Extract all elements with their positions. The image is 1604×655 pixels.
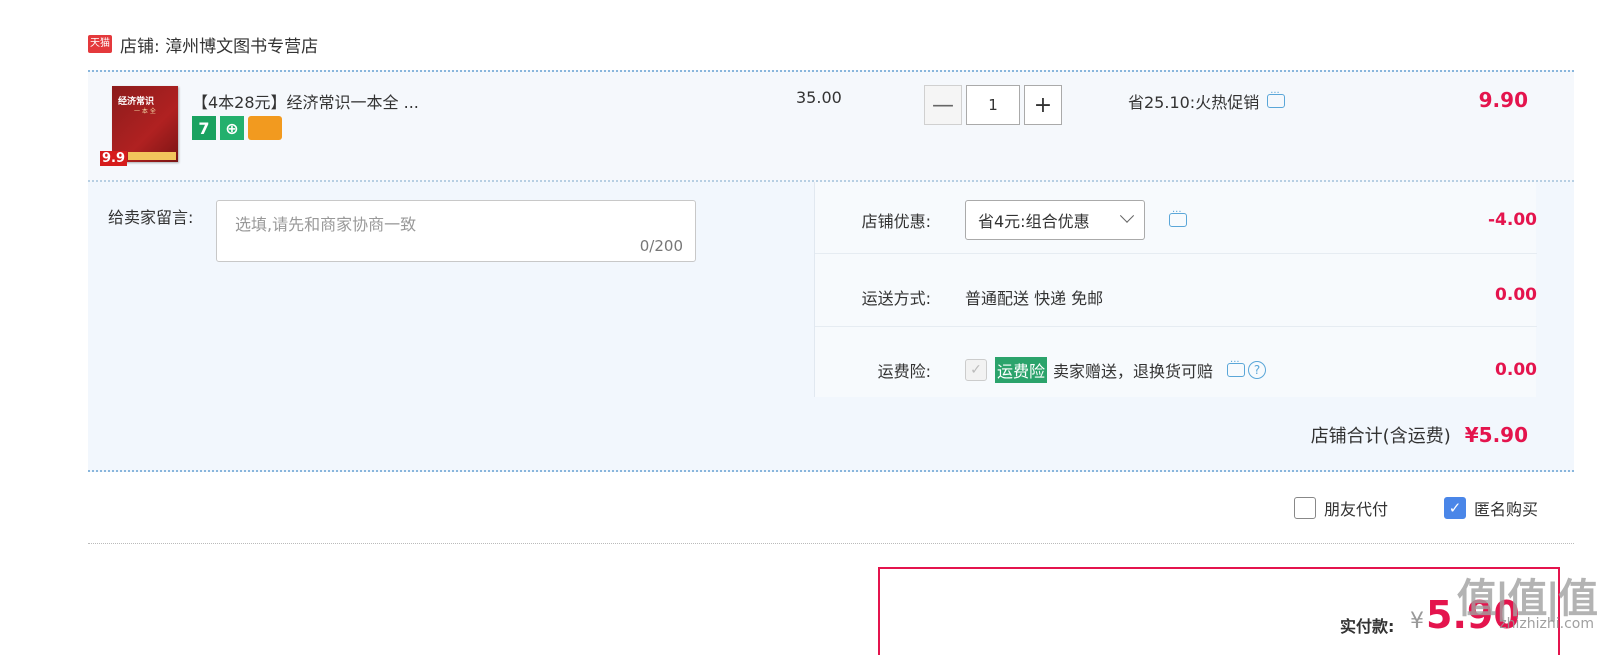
anonymous-option[interactable]: ✓ 匿名购买 xyxy=(1443,496,1538,520)
cover-stripe xyxy=(128,152,176,160)
watermark-url: zhizhizhi.com xyxy=(1499,616,1594,632)
seven-day-return-icon[interactable]: 7 xyxy=(192,116,216,140)
anonymous-checkbox[interactable]: ✓ xyxy=(1443,497,1466,519)
insurance-value: ✓ 运费险 卖家赠送，退换货可赔 ? xyxy=(965,357,1267,383)
qty-minus-button[interactable]: — xyxy=(924,85,962,125)
shop-name-link[interactable]: 店铺: 漳州博文图书专营店 xyxy=(120,32,318,57)
shipping-amount: 0.00 xyxy=(1495,285,1537,305)
friend-pay-label: 朋友代付 xyxy=(1323,500,1388,519)
item-subtotal: 9.90 xyxy=(1478,88,1528,112)
shop-discount-label: 店铺优惠: xyxy=(861,212,931,231)
shop-discount-value: 省4元:组合优惠 xyxy=(965,200,1187,240)
item-promo: 省25.10:火热促销 xyxy=(1128,88,1286,113)
seller-message-input[interactable]: 选填,请先和商家协商一致 0/200 xyxy=(216,200,696,262)
cart-item-row: 经济常识 一 本 全 9.9 【4本28元】经济常识一本全 ... 7 ⊕ 35… xyxy=(88,70,1574,182)
insurance-amount: 0.00 xyxy=(1495,360,1537,380)
credit-card-icon[interactable] xyxy=(248,116,282,140)
cover-subtitle: 一 本 全 xyxy=(134,108,156,115)
promo-info-icon[interactable] xyxy=(1267,88,1286,108)
payment-label: 实付款: xyxy=(1340,617,1395,636)
service-icons: 7 ⊕ xyxy=(192,116,282,140)
order-options-panel: 店铺优惠: 省4元:组合优惠 -4.00 运送方式: 普通配送 快递 免邮 0.… xyxy=(814,182,1537,400)
product-title-link[interactable]: 【4本28元】经济常识一本全 ... xyxy=(192,89,419,113)
promo-text: 省25.10:火热促销 xyxy=(1128,93,1260,112)
shop-discount-amount: -4.00 xyxy=(1488,210,1537,230)
guarantee-icon[interactable]: ⊕ xyxy=(220,116,244,140)
insurance-text: 卖家赠送，退换货可赔 xyxy=(1053,362,1214,381)
friend-pay-option[interactable]: 朋友代付 xyxy=(1293,496,1388,520)
insurance-info-icon[interactable] xyxy=(1227,357,1246,377)
order-details-block: 给卖家留言: 选填,请先和商家协商一致 0/200 店铺优惠: 省4元:组合优惠… xyxy=(88,182,1574,472)
quantity-stepper: — 1 + xyxy=(924,85,1062,125)
currency-symbol: ¥ xyxy=(1410,609,1424,634)
shop-header: 天猫 店铺: 漳州博文图书专营店 xyxy=(88,30,318,58)
section-divider xyxy=(88,543,1574,544)
shipping-row: 运送方式: 普通配送 快递 免邮 0.00 xyxy=(815,255,1537,327)
friend-pay-checkbox[interactable] xyxy=(1293,497,1316,519)
unit-price: 35.00 xyxy=(796,88,842,107)
discount-info-icon[interactable] xyxy=(1169,207,1187,227)
message-char-count: 0/200 xyxy=(639,237,683,255)
shop-discount-select[interactable]: 省4元:组合优惠 xyxy=(965,200,1145,240)
anonymous-label: 匿名购买 xyxy=(1473,500,1538,519)
message-placeholder: 选填,请先和商家协商一致 xyxy=(235,215,417,234)
message-label: 给卖家留言: xyxy=(108,208,194,227)
shipping-label: 运送方式: xyxy=(861,289,931,308)
shop-discount-selected: 省4元:组合优惠 xyxy=(978,212,1090,231)
tmall-icon: 天猫 xyxy=(88,35,112,53)
product-thumbnail[interactable]: 经济常识 一 本 全 9.9 xyxy=(100,86,178,166)
cover-price-badge: 9.9 xyxy=(100,151,128,166)
chevron-down-icon xyxy=(1119,208,1135,223)
payment-options: 朋友代付 ✓ 匿名购买 xyxy=(1293,496,1538,520)
shop-discount-row: 店铺优惠: 省4元:组合优惠 -4.00 xyxy=(815,182,1537,254)
qty-plus-button[interactable]: + xyxy=(1024,85,1062,125)
shipping-value: 普通配送 快递 免邮 xyxy=(965,289,1104,308)
insurance-checkbox[interactable]: ✓ xyxy=(965,359,987,381)
insurance-tag: 运费险 xyxy=(995,357,1048,383)
shop-total: 店铺合计(含运费) ¥5.90 xyxy=(1311,422,1528,448)
shop-total-amount: ¥5.90 xyxy=(1464,423,1528,447)
insurance-label: 运费险: xyxy=(877,362,931,381)
shop-total-label: 店铺合计(含运费) xyxy=(1310,426,1451,447)
insurance-row: 运费险: ✓ 运费险 卖家赠送，退换货可赔 ? 0.00 xyxy=(815,328,1537,400)
help-icon[interactable]: ? xyxy=(1248,361,1267,379)
qty-input[interactable]: 1 xyxy=(966,85,1020,125)
